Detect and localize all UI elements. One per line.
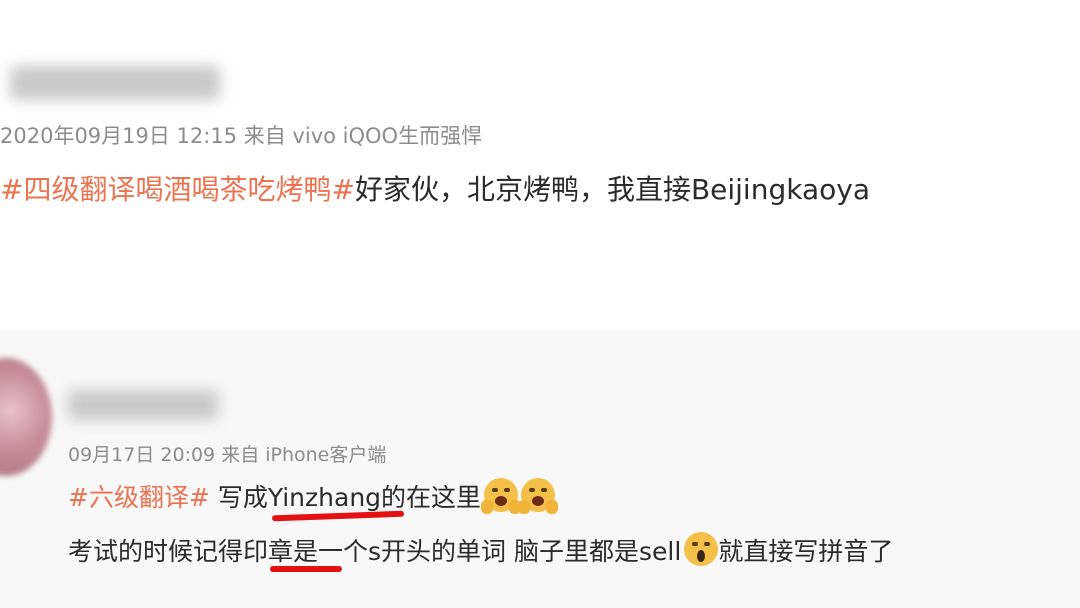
hashtag-link[interactable]: #四级翻译喝酒喝茶吃烤鸭#	[0, 173, 355, 206]
scream-emoji-icon	[481, 478, 522, 514]
text-segment: 的在这里	[381, 483, 482, 512]
post-text: #四级翻译喝酒喝茶吃烤鸭#好家伙，北京烤鸭，我直接Beijingkaoya	[0, 168, 870, 208]
scream-emoji-icon	[518, 478, 559, 514]
username-blurred[interactable]	[10, 66, 220, 100]
avatar[interactable]	[0, 358, 52, 476]
post-text-line-1: #六级翻译# 写成Yinzhang的在这里	[68, 478, 559, 514]
post-text-line-2: 考试的时候记得印章是一个s开头的单词 脑子里都是sell 就直接写拼音了	[68, 532, 893, 568]
highlighted-word: Yinzhang	[267, 483, 382, 512]
weibo-post-1: 2020年09月19日 12:15 来自 vivo iQOO生而强悍 #四级翻译…	[0, 0, 1080, 330]
post-meta: 2020年09月19日 12:15 来自 vivo iQOO生而强悍	[0, 124, 483, 148]
text-segment: 考试的时候记得	[68, 537, 244, 566]
text-segment: 是一个s开头的单词 脑子里都是sell	[293, 537, 682, 566]
hashtag-link[interactable]: #六级翻译#	[68, 483, 210, 512]
username-blurred[interactable]	[68, 390, 218, 420]
highlighted-word: 印章	[243, 537, 294, 566]
weibo-post-2: 09月17日 20:09 来自 iPhone客户端 #六级翻译# 写成Yinzh…	[0, 330, 1080, 608]
post-body-text: 好家伙，北京烤鸭，我直接Beijingkaoya	[354, 173, 870, 206]
text-segment: 就直接写拼音了	[718, 537, 894, 566]
text-segment: 写成	[209, 483, 268, 512]
shocked-emoji-icon	[684, 532, 719, 566]
post-meta: 09月17日 20:09 来自 iPhone客户端	[68, 444, 387, 466]
red-underline-annotation	[270, 566, 342, 572]
